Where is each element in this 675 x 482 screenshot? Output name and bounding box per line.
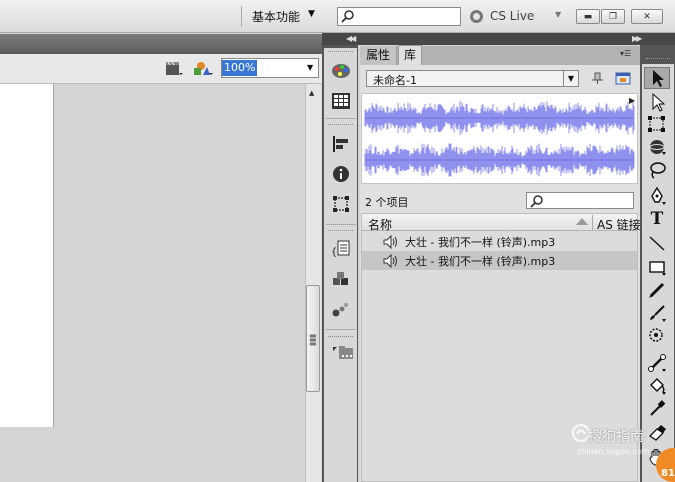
transform-icon[interactable] <box>331 195 351 213</box>
panel-menu-icon[interactable]: ▾☰ <box>620 49 631 58</box>
strip-divider <box>326 224 356 225</box>
library-search-input[interactable] <box>526 192 634 209</box>
search-icon <box>341 10 354 23</box>
subselection-tool-icon[interactable] <box>647 92 667 112</box>
scroll-up-icon[interactable]: ▲ <box>309 89 314 97</box>
components-icon[interactable] <box>331 270 351 288</box>
tab-properties[interactable]: 属性 <box>360 46 397 65</box>
column-divider[interactable] <box>592 215 593 230</box>
waveform-preview <box>361 93 638 184</box>
panel-grip[interactable] <box>328 51 353 53</box>
list-item-label: 大壮 - 我们不一样 (铃声).mp3 <box>405 255 556 268</box>
cs-live-icon[interactable] <box>470 10 483 23</box>
items-count: 2 个项目 <box>365 196 409 209</box>
document-tab-strip <box>0 34 322 54</box>
pencil-tool-icon[interactable] <box>647 280 667 300</box>
free-transform-tool-icon[interactable] <box>647 114 667 134</box>
color-palette-icon[interactable] <box>331 62 351 80</box>
minimize-button[interactable]: ▬ <box>576 9 600 24</box>
bone-tool-icon[interactable] <box>647 353 667 373</box>
rectangle-tool-icon[interactable] <box>647 257 667 277</box>
column-name-header[interactable]: 名称 <box>368 216 392 233</box>
paint-bucket-tool-icon[interactable] <box>647 376 667 396</box>
zoom-dropdown-icon[interactable]: ▼ <box>307 63 313 72</box>
stage-canvas[interactable] <box>0 84 54 427</box>
info-icon[interactable] <box>331 165 351 183</box>
document-select-arrow-icon[interactable]: ▼ <box>563 71 578 86</box>
cs-live-label[interactable]: CS Live <box>490 9 534 23</box>
motion-presets-icon[interactable] <box>331 300 351 318</box>
3d-rotation-tool-icon[interactable] <box>647 137 667 157</box>
dock-header <box>322 33 675 45</box>
watermark-text: 搜狗指南 <box>588 429 644 445</box>
workspace-dropdown-icon[interactable]: ▼ <box>308 9 315 19</box>
list-item-label: 大壮 - 我们不一样 (铃声).mp3 <box>405 236 556 249</box>
collapse-left-icon[interactable]: ◀◀ <box>346 34 356 43</box>
tab-library[interactable]: 库 <box>398 45 422 65</box>
document-select-value[interactable]: 未命名-1 <box>373 72 417 88</box>
list-column-header <box>362 214 637 231</box>
play-icon[interactable]: ▶ <box>629 96 635 105</box>
search-icon <box>530 195 543 208</box>
panel-grip[interactable] <box>328 336 353 338</box>
column-linkage-header[interactable]: AS 链接 <box>597 216 641 233</box>
panel-grip[interactable] <box>328 124 353 126</box>
panel-icon-strip <box>324 48 357 482</box>
selection-tool-icon[interactable] <box>647 68 667 88</box>
actions-script-icon[interactable]: { <box>331 240 351 258</box>
project-icon[interactable] <box>331 343 355 361</box>
sort-ascending-icon[interactable] <box>576 218 588 225</box>
notification-badge-count: 81 <box>661 468 675 479</box>
sound-icon <box>383 254 397 268</box>
svg-text:{: { <box>331 247 337 258</box>
eyedropper-tool-icon[interactable] <box>647 399 667 419</box>
zoom-value[interactable]: 100% <box>222 60 258 76</box>
watermark-url: zhinan.sogou.com <box>577 447 650 456</box>
eraser-tool-icon[interactable] <box>647 422 667 442</box>
lasso-tool-icon[interactable] <box>647 160 667 180</box>
line-tool-icon[interactable] <box>647 233 667 253</box>
panel-grip[interactable] <box>646 58 670 60</box>
collapse-right-icon[interactable]: ▶▶ <box>632 34 642 43</box>
strip-divider <box>326 118 356 119</box>
audio-waveform <box>364 101 635 177</box>
panel-grip[interactable] <box>328 230 353 232</box>
help-search-input[interactable] <box>337 7 461 26</box>
sound-icon <box>383 235 397 249</box>
brush-tool-icon[interactable] <box>647 303 667 323</box>
deco-tool-icon[interactable] <box>647 325 667 345</box>
toolbar-divider <box>241 6 242 27</box>
scrollbar-grip-icon: ▬ ▬ ▬ <box>309 331 317 348</box>
pin-library-icon[interactable] <box>590 71 604 85</box>
swatches-icon[interactable] <box>331 92 351 110</box>
cs-live-dropdown-icon[interactable]: ▼ <box>555 10 561 19</box>
text-tool-icon[interactable]: T <box>647 209 667 229</box>
restore-button[interactable]: ❐ <box>601 9 625 24</box>
workspace-switcher[interactable]: 基本功能 <box>252 8 300 25</box>
new-library-panel-icon[interactable] <box>615 71 631 85</box>
pen-tool-icon[interactable] <box>647 186 667 206</box>
align-icon[interactable] <box>331 135 351 153</box>
vertical-scrollbar[interactable] <box>305 84 321 482</box>
strip-divider <box>326 329 356 330</box>
edit-symbols-icon[interactable] <box>192 60 214 76</box>
close-button[interactable]: ✕ <box>631 9 663 24</box>
edit-scene-icon[interactable] <box>165 60 183 76</box>
